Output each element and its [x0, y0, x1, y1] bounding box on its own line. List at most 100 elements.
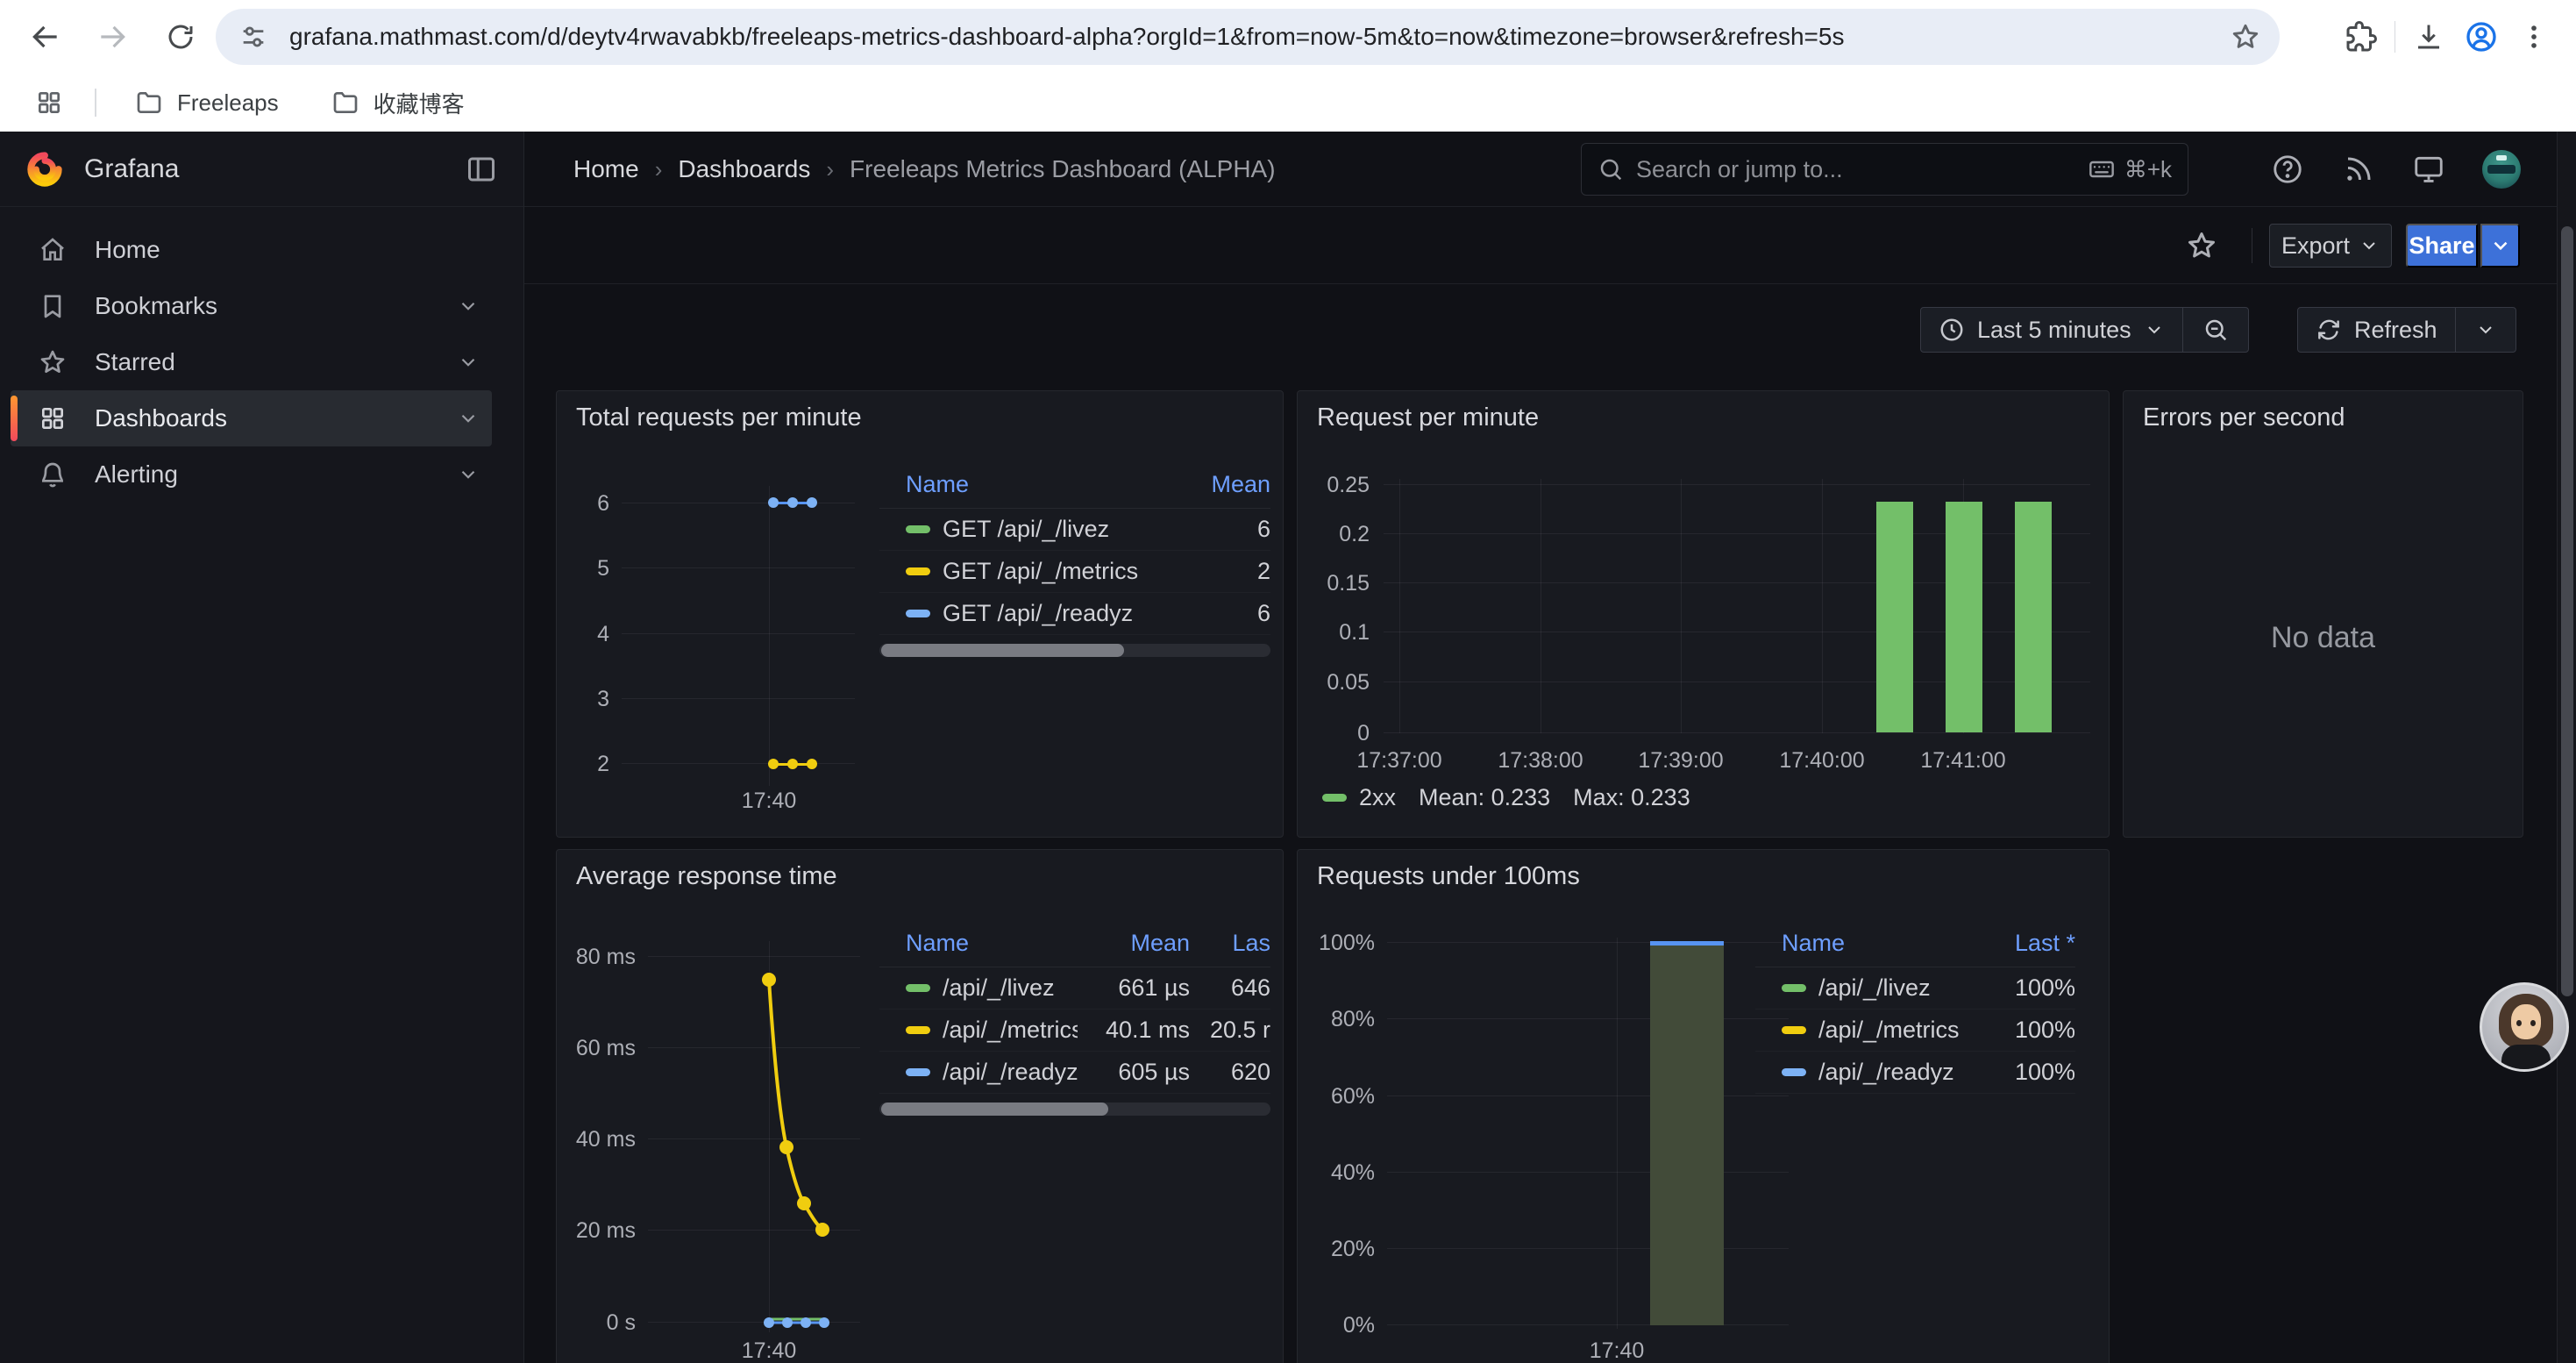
legend-mean: Mean: 0.233: [1419, 784, 1550, 811]
sidebar-item-starred[interactable]: Starred: [11, 334, 492, 390]
legend-row[interactable]: GET /api/_/readyz 6: [879, 593, 1270, 635]
reload-icon[interactable]: [154, 11, 207, 63]
legend-row[interactable]: GET /api/_/livez 6: [879, 509, 1270, 551]
series-last: 646: [1190, 974, 1270, 1002]
data-point: [807, 759, 817, 769]
apps-grid-icon[interactable]: [35, 89, 63, 117]
forward-icon[interactable]: [86, 11, 139, 63]
bookmark-star-icon[interactable]: [2231, 22, 2260, 52]
star-icon: [39, 348, 67, 376]
gridline: [622, 633, 855, 634]
export-button[interactable]: Export: [2269, 224, 2392, 268]
y-tick: 6: [557, 490, 609, 517]
series-color-pill: [906, 984, 930, 992]
gridline: [622, 698, 855, 699]
help-icon[interactable]: [2268, 150, 2307, 189]
legend-row[interactable]: /api/_/readyz 605 µs 620: [879, 1052, 1270, 1094]
site-settings-icon[interactable]: [238, 22, 268, 52]
legend-col-mean[interactable]: Mean: [1078, 930, 1190, 957]
gridline: [1384, 484, 2090, 485]
user-avatar[interactable]: [2482, 150, 2521, 189]
series-color-pill: [906, 567, 930, 575]
legend-col-name[interactable]: Name: [879, 930, 1078, 957]
search-icon: [1598, 156, 1624, 182]
legend-row[interactable]: /api/_/livez 661 µs 646: [879, 967, 1270, 1010]
bar-top-cap: [1650, 941, 1724, 946]
url-input[interactable]: [289, 23, 2231, 51]
y-tick: 80%: [1298, 1006, 1375, 1032]
legend-scrollbar[interactable]: [879, 1103, 1270, 1116]
chevron-down-icon[interactable]: [457, 463, 480, 486]
legend-row[interactable]: /api/_/metrics 40.1 ms 20.5 r: [879, 1010, 1270, 1052]
sidebar-item-bookmarks[interactable]: Bookmarks: [11, 278, 492, 334]
refresh-interval-button[interactable]: [2455, 308, 2516, 352]
series-color-pill: [906, 1026, 930, 1034]
bookmark-folder-blogs[interactable]: 收藏博客: [331, 87, 465, 119]
search-input[interactable]: [1636, 156, 2075, 183]
legend-col-last[interactable]: Las: [1190, 930, 1270, 957]
zoom-out-button[interactable]: [2182, 308, 2248, 352]
panel-errors-per-second[interactable]: Errors per second No data: [2123, 390, 2523, 838]
breadcrumb-home[interactable]: Home: [573, 155, 639, 183]
legend-scrollbar[interactable]: [879, 644, 1270, 657]
series-color-pill: [1782, 1068, 1806, 1076]
assistant-avatar[interactable]: [2480, 982, 2569, 1072]
scrollbar-thumb[interactable]: [881, 1103, 1108, 1116]
legend-table: Name Last * /api/_/livez 100% /api/_/met…: [1755, 920, 2075, 1094]
panel-requests-under-100ms[interactable]: Requests under 100ms 100% 80% 60% 40% 20…: [1297, 849, 2110, 1363]
bookmark-folder-freeleaps[interactable]: Freeleaps: [135, 89, 279, 117]
search-box[interactable]: ⌘+k: [1581, 143, 2188, 196]
chevron-down-icon[interactable]: [457, 407, 480, 430]
series-name: /api/_/livez: [943, 974, 1055, 1002]
panel-request-per-minute[interactable]: Request per minute 0.25 0.2 0.15 0.1 0.0…: [1297, 390, 2110, 838]
share-menu-button[interactable]: [2480, 224, 2520, 268]
gridline: [1822, 479, 1823, 733]
chevron-down-icon: [2359, 235, 2380, 256]
panel-average-response-time[interactable]: Average response time 80 ms 60 ms 40 ms …: [556, 849, 1284, 1363]
sidebar-toggle-icon[interactable]: [466, 153, 497, 185]
extensions-icon[interactable]: [2335, 11, 2387, 63]
news-rss-icon[interactable]: [2339, 150, 2378, 189]
refresh-button[interactable]: Refresh: [2298, 308, 2455, 352]
legend-col-last[interactable]: Last *: [1961, 930, 2075, 957]
grafana-brand[interactable]: Grafana: [26, 149, 179, 189]
main-content: Home › Dashboards › Freeleaps Metrics Da…: [524, 132, 2576, 1363]
legend-col-mean[interactable]: Mean: [1165, 471, 1270, 498]
profile-icon[interactable]: [2455, 11, 2508, 63]
dashboard-toolbar: Export Share: [524, 207, 2576, 284]
gridline: [1384, 732, 2090, 733]
panel-total-requests[interactable]: Total requests per minute 6 5 4 3 2 17:4…: [556, 390, 1284, 838]
share-button[interactable]: Share: [2406, 224, 2478, 268]
monitor-icon[interactable]: [2409, 150, 2448, 189]
legend-row[interactable]: GET /api/_/metrics 2: [879, 551, 1270, 593]
breadcrumb-dashboards[interactable]: Dashboards: [678, 155, 810, 183]
breadcrumb-separator: ›: [655, 156, 663, 183]
downloads-icon[interactable]: [2402, 11, 2455, 63]
favorite-star-icon[interactable]: [2186, 230, 2217, 261]
chevron-down-icon[interactable]: [457, 351, 480, 374]
gridline: [1387, 1095, 1789, 1096]
legend-row[interactable]: /api/_/readyz 100%: [1755, 1052, 2075, 1094]
back-icon[interactable]: [19, 11, 72, 63]
address-bar[interactable]: [216, 9, 2280, 65]
series-color-pill: [906, 610, 930, 617]
sidebar-item-dashboards[interactable]: Dashboards: [11, 390, 492, 446]
scrollbar-thumb[interactable]: [2561, 226, 2573, 996]
legend-item-2xx[interactable]: 2xx: [1322, 784, 1396, 811]
x-tick: 17:40: [716, 788, 822, 814]
sidebar-item-label: Alerting: [95, 460, 178, 489]
legend-row[interactable]: /api/_/metrics 100%: [1755, 1010, 2075, 1052]
sidebar-item-alerting[interactable]: Alerting: [11, 446, 492, 503]
sidebar-item-home[interactable]: Home: [11, 222, 492, 278]
legend-row[interactable]: /api/_/livez 100%: [1755, 967, 2075, 1010]
legend-header: Name Mean Las: [879, 920, 1270, 967]
legend-col-name[interactable]: Name: [879, 471, 1165, 498]
time-range-picker[interactable]: Last 5 minutes: [1921, 308, 2182, 352]
page-scrollbar[interactable]: [2557, 132, 2576, 1363]
chevron-down-icon[interactable]: [457, 295, 480, 318]
browser-menu-icon[interactable]: [2508, 11, 2560, 63]
x-tick: 17:37:00: [1334, 747, 1465, 774]
series-mean: 6: [1165, 516, 1270, 543]
legend-col-name[interactable]: Name: [1755, 930, 1961, 957]
scrollbar-thumb[interactable]: [881, 644, 1124, 657]
